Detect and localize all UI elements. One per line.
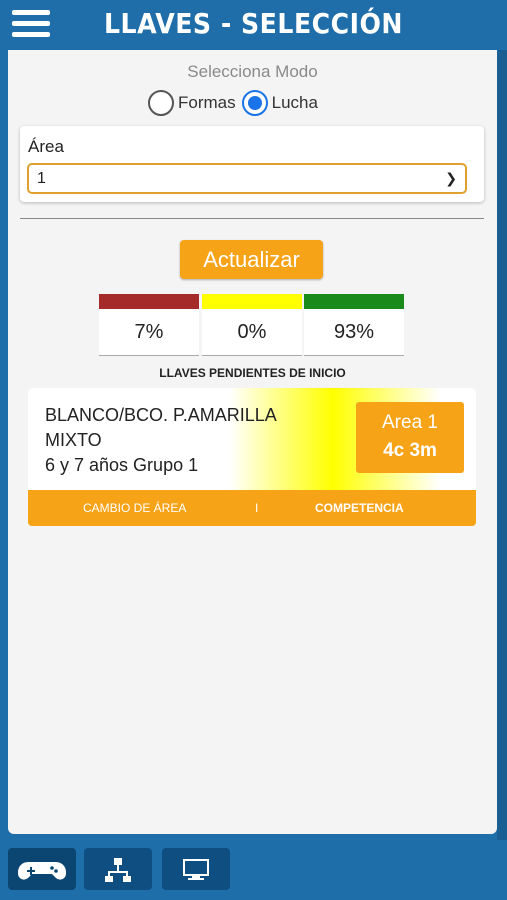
menu-icon[interactable] [12,10,52,38]
area-badge: Area 1 4c 3m [356,402,464,473]
bracket-gender: MIXTO [45,430,102,450]
area-select[interactable]: 1 ❯ [27,163,467,194]
tab-brackets[interactable] [84,848,152,890]
radio-lucha[interactable] [241,90,268,116]
chevron-down-icon: ❯ [445,170,457,186]
top-bar: LLAVES - SELECCIÓN [0,0,507,50]
stat-bar-red [99,294,199,309]
area-select-value: 1 [37,170,46,187]
scrollbar-track[interactable] [497,50,507,900]
page-title: LLAVES - SELECCIÓN [104,7,403,40]
area-label: Área [28,137,64,156]
monitor-icon [183,859,209,880]
update-button[interactable]: Actualizar [180,240,323,279]
competition-button[interactable]: COMPETENCIA [315,501,404,515]
stat-value-green: 93% [304,309,404,356]
bottom-nav [0,840,507,900]
bracket-actions: CAMBIO DE ÁREA I COMPETENCIA [28,490,476,526]
radio-formas[interactable] [148,90,174,116]
bracket-name: BLANCO/BCO. P.AMARILLA [45,405,277,425]
stat-bar-yellow [202,294,302,309]
bracket-card[interactable]: BLANCO/BCO. P.AMARILLA MIXTO 6 y 7 años … [28,388,476,490]
change-area-button[interactable]: CAMBIO DE ÁREA [83,501,186,515]
divider [20,218,484,219]
stat-value-red: 7% [99,309,199,356]
stat-value-yellow: 0% [202,309,302,356]
mode-label: Selecciona Modo [187,62,318,81]
gamepad-icon [18,862,66,880]
area-badge-time: 4c 3m [383,440,437,461]
stat-red: 7% [99,294,199,356]
radio-lucha-label[interactable]: Lucha [272,93,318,113]
radio-formas-label[interactable]: Formas [178,93,236,113]
area-card: Área 1 ❯ [20,126,484,202]
stat-bar-green [304,294,404,309]
area-badge-area: Area 1 [382,412,438,433]
tournament-bracket-icon [105,858,131,882]
stat-yellow: 0% [202,294,302,356]
bracket-info: BLANCO/BCO. P.AMARILLA MIXTO 6 y 7 años … [45,403,277,478]
main-panel: Selecciona Modo Formas Lucha Área 1 ❯ Ac… [8,50,497,834]
stat-green: 93% [304,294,404,356]
mode-radio-group: Formas Lucha [148,90,318,116]
pending-title: LLAVES PENDIENTES DE INICIO [159,366,346,380]
tab-monitor[interactable] [162,848,230,890]
bracket-group: 6 y 7 años Grupo 1 [45,455,199,475]
tab-gamepad[interactable] [8,848,76,890]
actions-separator: I [255,501,259,515]
